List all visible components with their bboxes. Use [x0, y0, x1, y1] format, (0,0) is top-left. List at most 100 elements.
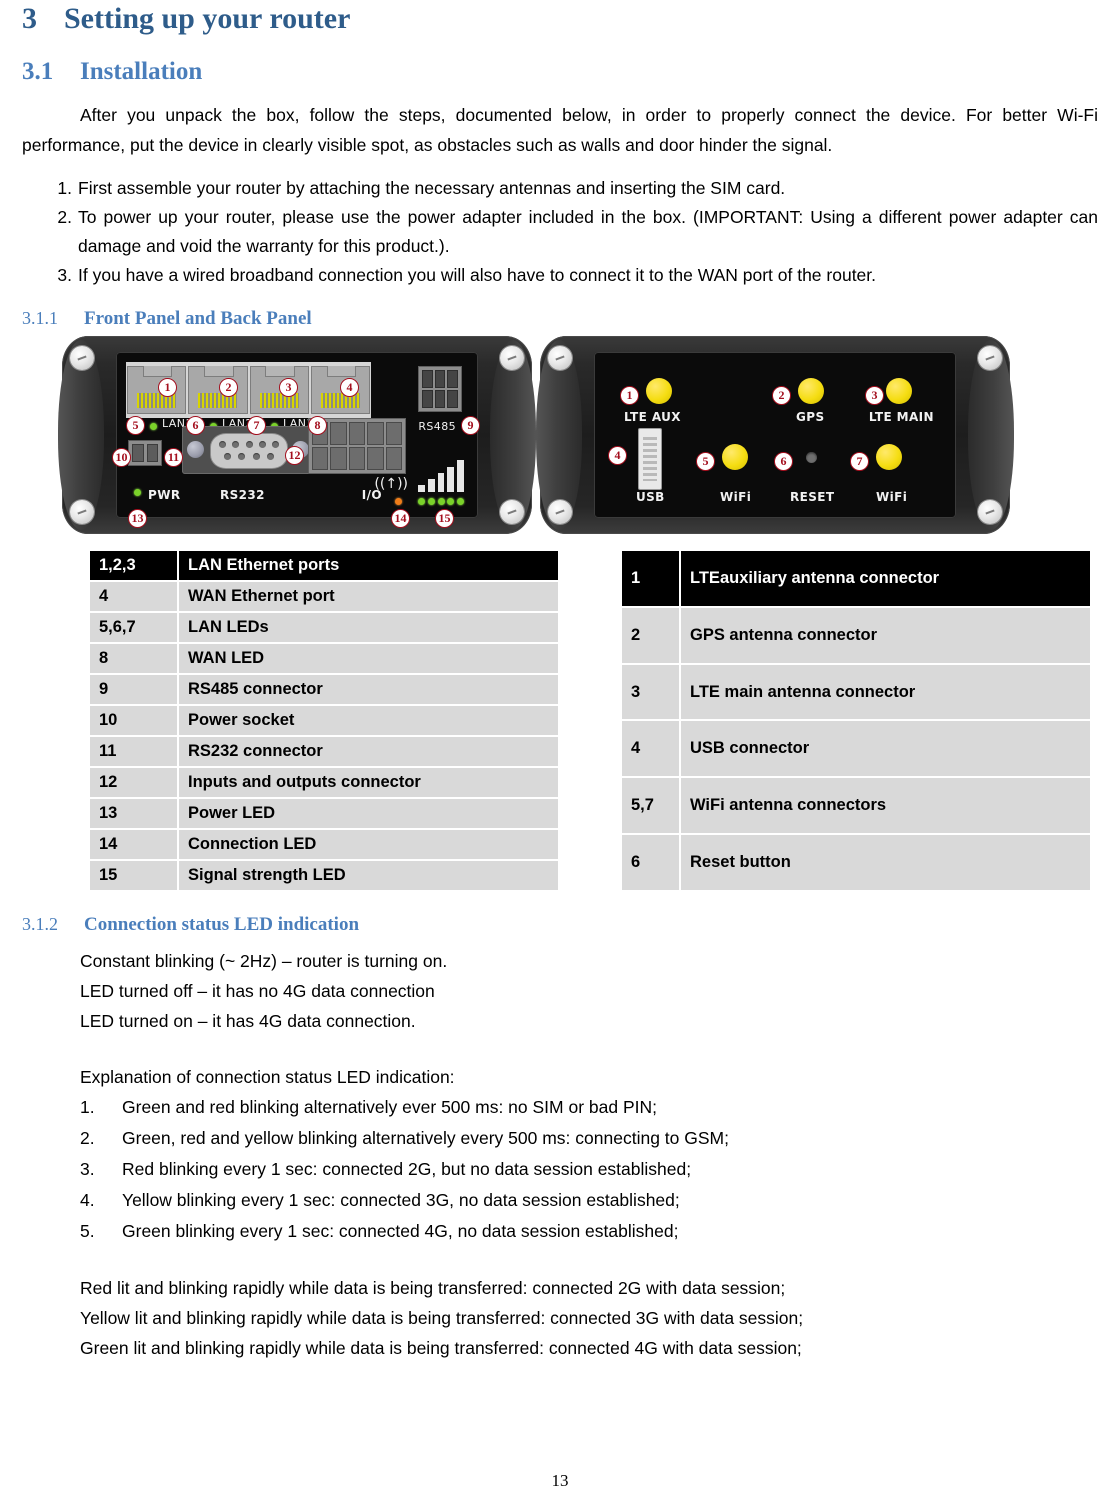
list-text: First assemble your router by attaching …: [78, 178, 786, 198]
connection-led-icon: [395, 498, 402, 505]
cell-number: 4: [622, 721, 679, 777]
cell-number: 4: [90, 582, 177, 611]
list-item: 2. Green, red and yellow blinking altern…: [80, 1123, 1098, 1154]
heading-text: Setting up your router: [64, 2, 351, 35]
led-closing-line: Yellow lit and blinking rapidly while da…: [80, 1308, 804, 1328]
cell-number: 9: [90, 675, 177, 704]
rs485-connector-icon: [418, 366, 462, 412]
screw-icon: [548, 500, 572, 524]
callout-4: 4: [340, 378, 359, 397]
lan1-led-icon: [150, 423, 157, 430]
section-heading-installation: 3.1 Installation: [22, 36, 1098, 86]
callout-3: 3: [279, 378, 298, 397]
screw-icon: [500, 346, 524, 370]
table-row: 15 Signal strength LED: [90, 861, 558, 890]
power-led-icon: [134, 489, 141, 496]
lte-aux-antenna-connector-icon: [646, 378, 672, 404]
document-page: 3 Setting up your router 3.1 Installatio…: [0, 0, 1120, 1505]
label-wifi-right: WiFi: [876, 490, 908, 504]
list-text: Green, red and yellow blinking alternati…: [122, 1128, 729, 1148]
cell-description: RS485 connector: [179, 675, 558, 704]
led-closing-line: Red lit and blinking rapidly while data …: [80, 1278, 786, 1298]
heading-number: 3: [22, 2, 37, 35]
front-panel-legend-table: 1,2,3 LAN Ethernet ports 4 WAN Ethernet …: [88, 549, 560, 892]
cell-number: 15: [90, 861, 177, 890]
list-text: If you have a wired broadband connection…: [78, 265, 877, 285]
signal-strength-bars-icon: [418, 460, 464, 492]
cell-description: RS232 connector: [179, 737, 558, 766]
installation-steps: 1. First assemble your router by attachi…: [42, 174, 1098, 290]
label-gps: GPS: [796, 410, 825, 424]
cell-description: LAN LEDs: [179, 613, 558, 642]
list-item: 2. To power up your router, please use t…: [42, 203, 1098, 261]
label-lte-main: LTE MAIN: [868, 410, 934, 424]
subsection-heading-led-indication: 3.1.2 Connection status LED indication: [22, 914, 1098, 936]
table-row: 13 Power LED: [90, 799, 558, 828]
led-status-line: LED turned on – it has 4G data connectio…: [80, 1011, 416, 1031]
cell-description: WAN Ethernet port: [179, 582, 558, 611]
screw-icon: [70, 500, 94, 524]
screw-icon: [978, 500, 1002, 524]
subsection-heading-front-back-panel: 3.1.1 Front Panel and Back Panel: [22, 308, 1098, 330]
list-marker: 2.: [57, 207, 72, 227]
label-rs485: RS485: [418, 420, 456, 433]
cell-description: WiFi antenna connectors: [681, 778, 1090, 834]
cell-number: 3: [622, 664, 679, 720]
screw-icon: [500, 500, 524, 524]
screw-icon: [978, 346, 1002, 370]
cell-number: 6: [622, 835, 679, 890]
rj45-port-icon: [188, 366, 248, 414]
cell-description: Inputs and outputs connector: [179, 768, 558, 797]
cell-number: 5,7: [622, 778, 679, 834]
cell-description: LTEauxiliary antenna connector: [681, 551, 1090, 606]
label-lte-aux: LTE AUX: [624, 410, 681, 424]
reset-button-icon[interactable]: [806, 452, 817, 463]
callout-9: 9: [461, 416, 480, 435]
intro-paragraph: After you unpack the box, follow the ste…: [22, 105, 1098, 155]
cell-description: Connection LED: [179, 830, 558, 859]
label-reset: RESET: [790, 490, 835, 504]
table-row: 12 Inputs and outputs connector: [90, 768, 558, 797]
led-closing-block: Red lit and blinking rapidly while data …: [80, 1273, 1098, 1363]
table-row: 3 LTE main antenna connector: [622, 664, 1090, 720]
table-row: 5,6,7 LAN LEDs: [90, 613, 558, 642]
cell-description: LTE main antenna connector: [681, 664, 1090, 720]
cell-description: Signal strength LED: [179, 861, 558, 890]
cell-number: 11: [90, 737, 177, 766]
list-marker: 5.: [80, 1221, 95, 1241]
power-socket-icon: [128, 440, 162, 466]
cell-number: 13: [90, 799, 177, 828]
label-wifi-left: WiFi: [720, 490, 752, 504]
callout-4: 4: [608, 446, 627, 465]
table-row: 4 USB connector: [622, 721, 1090, 777]
list-marker: 3.: [80, 1159, 95, 1179]
table-row: 2 GPS antenna connector: [622, 607, 1090, 663]
cell-description: LAN Ethernet ports: [179, 551, 558, 580]
label-rs232: RS232: [220, 488, 265, 502]
cell-description: USB connector: [681, 721, 1090, 777]
led-explanation-block: Explanation of connection status LED ind…: [80, 1062, 1098, 1247]
screw-icon: [70, 346, 94, 370]
callout-11: 11: [164, 448, 183, 467]
table-row: 1 LTEauxiliary antenna connector: [622, 551, 1090, 606]
list-text: Green and red blinking alternatively eve…: [122, 1097, 657, 1117]
gps-antenna-connector-icon: [798, 378, 824, 404]
table-row: 5,7 WiFi antenna connectors: [622, 778, 1090, 834]
usb-connector-icon: [638, 428, 662, 490]
list-marker: 3.: [57, 265, 72, 285]
callout-5: 5: [126, 416, 145, 435]
led-explanation-list: 1. Green and red blinking alternatively …: [80, 1092, 1098, 1247]
cell-number: 14: [90, 830, 177, 859]
cell-description: Reset button: [681, 835, 1090, 890]
heading-number: 3.1.1: [22, 308, 58, 328]
cell-number: 1,2,3: [90, 551, 177, 580]
callout-1: 1: [158, 378, 177, 397]
label-pwr: PWR: [148, 488, 181, 502]
cell-number: 1: [622, 551, 679, 606]
led-status-line: LED turned off – it has no 4G data conne…: [80, 981, 435, 1001]
heading-number: 3.1.2: [22, 914, 58, 934]
cell-description: Power socket: [179, 706, 558, 735]
list-item: 3. Red blinking every 1 sec: connected 2…: [80, 1154, 1098, 1185]
list-text: Red blinking every 1 sec: connected 2G, …: [122, 1159, 692, 1179]
